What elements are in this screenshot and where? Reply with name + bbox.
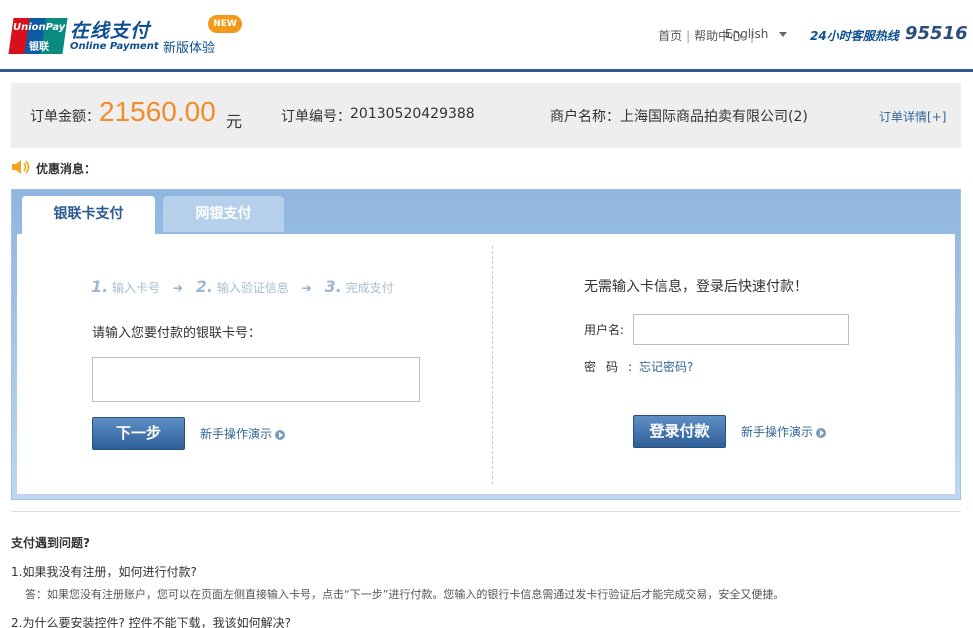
demo-link-login[interactable]: 新手操作演示 [741, 423, 827, 440]
order-amount-label: 订单金额： [30, 109, 100, 125]
login-pay-title: 无需输入卡信息，登录后快速付款！ [584, 279, 808, 295]
hotline-label: 24小时客服热线 [810, 29, 899, 43]
currency-unit: 元 [226, 112, 243, 131]
login-pay-button[interactable]: 登录付款 [633, 415, 726, 448]
tab-unionpay-card[interactable]: 银联卡支付 [22, 196, 155, 234]
order-detail-link[interactable]: 订单详情[+] [879, 108, 946, 125]
brand-title-cn: 在线支付 [70, 20, 151, 42]
tab-online-banking[interactable]: 网银支付 [163, 196, 284, 232]
order-number: 20130520429388 [350, 106, 475, 122]
new-badge: NEW [208, 15, 242, 33]
demo-link-card[interactable]: 新手操作演示 [200, 425, 286, 442]
nav-separator: | [686, 29, 691, 43]
order-number-label: 订单编号： [281, 109, 351, 125]
step-1-num: 1. [91, 277, 109, 296]
username-input[interactable] [633, 314, 849, 345]
chevron-down-icon[interactable] [779, 32, 787, 37]
faq-question-1[interactable]: 1.如果我没有注册，如何进行付款? [11, 563, 197, 580]
username-label: 用户名: [584, 323, 625, 337]
step-3-label: 完成支付 [345, 281, 394, 295]
step-indicator: 1. 输入卡号 ➔ 2. 输入验证信息 ➔ 3. 完成支付 [91, 277, 394, 296]
demo-link-label: 新手操作演示 [741, 425, 814, 439]
promo-label: 优惠消息： [36, 162, 97, 176]
card-number-prompt: 请输入您要付款的银联卡号： [92, 326, 262, 341]
faq-divider [11, 511, 961, 512]
faq-answer-1: 答：如果您没有注册账户，您可以在页面左侧直接输入卡号，点击“下一步”进行付款。您… [25, 588, 785, 601]
step-1-label: 输入卡号 [112, 281, 161, 295]
play-icon [816, 427, 827, 438]
next-step-button[interactable]: 下一步 [92, 417, 185, 450]
faq-question-2[interactable]: 2.为什么要安装控件? 控件不能下载，我该如何解决? [11, 614, 291, 628]
arrow-right-icon: ➔ [172, 281, 183, 295]
brand-title-en: Online Payment [70, 41, 159, 52]
nav-home-link[interactable]: 首页 [658, 29, 682, 43]
payment-panel-body: 1. 输入卡号 ➔ 2. 输入验证信息 ➔ 3. 完成支付 请输入您要付款的银联… [17, 234, 955, 494]
hotline-number: 95516 [905, 23, 968, 44]
payment-panel: 银联卡支付 网银支付 1. 输入卡号 ➔ 2. 输入验证信息 ➔ 3. 完成支付… [11, 189, 961, 500]
step-2-label: 输入验证信息 [216, 281, 289, 295]
forgot-password-link[interactable]: 忘记密码? [639, 358, 693, 375]
language-selector[interactable]: English [725, 27, 768, 41]
column-divider [492, 246, 493, 484]
speaker-icon [12, 160, 30, 174]
logo-text-en: UnionPay [13, 22, 66, 33]
card-number-input[interactable] [92, 357, 420, 402]
faq-title: 支付遇到问题? [11, 536, 90, 550]
logo-text-cn: 银联 [29, 42, 49, 53]
order-info-bar: 订单金额： 21560.00 元 订单编号： 20130520429388 商户… [11, 83, 961, 148]
order-amount: 21560.00 [99, 96, 216, 127]
unionpay-logo[interactable]: UnionPay 银联 [8, 18, 68, 54]
new-version-link[interactable]: 新版体验 [163, 37, 215, 56]
step-3-num: 3. [324, 277, 342, 296]
play-icon [275, 429, 286, 440]
demo-link-label: 新手操作演示 [200, 427, 273, 441]
arrow-right-icon: ➔ [301, 281, 312, 295]
merchant-label: 商户名称： [550, 109, 620, 125]
merchant-name: 上海国际商品拍卖有限公司(2) [620, 109, 808, 125]
password-label: 密码: [584, 360, 643, 374]
page-header: UnionPay 银联 在线支付 Online Payment 新版体验 NEW… [0, 0, 973, 72]
step-2-num: 2. [195, 277, 213, 296]
